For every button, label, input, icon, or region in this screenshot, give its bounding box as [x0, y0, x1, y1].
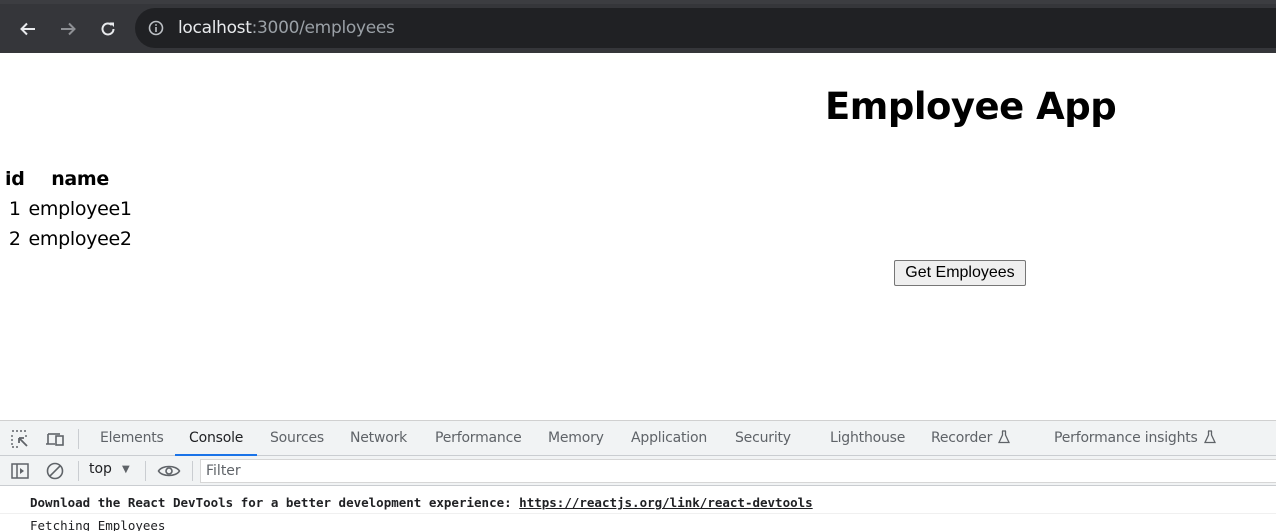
- tab-console[interactable]: Console: [174, 421, 258, 456]
- console-filter-input[interactable]: [200, 459, 1276, 483]
- employee-table: id name 1 employee1 2 employee2: [2, 163, 135, 255]
- console-message: Download the React DevTools for a better…: [0, 491, 1276, 514]
- reload-icon: [101, 22, 115, 36]
- console-message: Fetching Employees: [0, 514, 1276, 531]
- divider: [78, 429, 79, 449]
- console-message-text: Fetching Employees: [30, 518, 166, 531]
- tab-application[interactable]: Application: [631, 421, 707, 456]
- forward-button[interactable]: [53, 14, 83, 44]
- console-output: Download the React DevTools for a better…: [0, 487, 1276, 531]
- cell-name: employee1: [28, 198, 132, 220]
- devtools-panel: Elements Console Sources Network Perform…: [0, 420, 1276, 531]
- console-message-text: Download the React DevTools for a better…: [30, 495, 520, 510]
- address-bar[interactable]: localhost:3000/employees: [135, 8, 1276, 48]
- forward-arrow-icon: [61, 22, 76, 36]
- tab-performance-insights-label: Performance insights: [1054, 430, 1198, 446]
- table-row: 1 employee1: [4, 195, 133, 223]
- sidebar-toggle-icon[interactable]: [10, 461, 30, 481]
- tab-memory[interactable]: Memory: [548, 421, 604, 456]
- tab-network[interactable]: Network: [350, 421, 407, 456]
- tab-elements[interactable]: Elements: [100, 421, 164, 456]
- browser-toolbar: localhost:3000/employees: [0, 0, 1276, 53]
- cell-id: 2: [8, 228, 21, 250]
- divider: [145, 461, 146, 481]
- column-header-name: name: [51, 168, 110, 190]
- tab-lighthouse[interactable]: Lighthouse: [830, 421, 905, 456]
- table-row: 2 employee2: [4, 225, 133, 253]
- page-content: Employee App id name 1 employee1 2 emplo…: [0, 53, 1276, 420]
- url-text: localhost:3000/employees: [178, 18, 395, 38]
- inspect-element-icon[interactable]: [10, 429, 30, 449]
- console-toolbar: top ▼: [0, 456, 1276, 486]
- get-employees-button[interactable]: Get Employees: [894, 260, 1026, 286]
- info-icon[interactable]: [148, 20, 164, 36]
- tab-performance[interactable]: Performance: [435, 421, 522, 456]
- divider: [192, 461, 193, 481]
- back-button[interactable]: [13, 14, 43, 44]
- table-header-row: id name: [4, 165, 133, 193]
- tab-performance-insights[interactable]: Performance insights: [1054, 421, 1216, 456]
- column-header-id: id: [5, 168, 25, 190]
- live-expression-eye-icon[interactable]: [157, 461, 181, 481]
- tab-recorder[interactable]: Recorder: [931, 421, 1011, 456]
- device-toolbar-icon[interactable]: [45, 429, 65, 449]
- tab-sources[interactable]: Sources: [270, 421, 324, 456]
- back-arrow-icon: [20, 22, 35, 36]
- divider: [78, 461, 79, 481]
- url-path: :3000/employees: [251, 18, 395, 38]
- cell-id: 1: [8, 198, 21, 220]
- react-devtools-link[interactable]: https://reactjs.org/link/react-devtools: [519, 495, 813, 510]
- experimental-flask-icon: [1203, 430, 1216, 444]
- page-title: Employee App: [825, 85, 1117, 128]
- tab-recorder-label: Recorder: [931, 430, 993, 446]
- context-selector[interactable]: top: [89, 461, 112, 477]
- reload-button[interactable]: [93, 14, 123, 44]
- devtools-tab-bar: Elements Console Sources Network Perform…: [0, 421, 1276, 456]
- cell-name: employee2: [28, 228, 132, 250]
- tab-security[interactable]: Security: [735, 421, 791, 456]
- clear-console-icon[interactable]: [45, 461, 65, 481]
- dropdown-arrow-icon[interactable]: ▼: [122, 464, 130, 475]
- url-host: localhost: [178, 18, 252, 38]
- experimental-flask-icon: [998, 430, 1011, 444]
